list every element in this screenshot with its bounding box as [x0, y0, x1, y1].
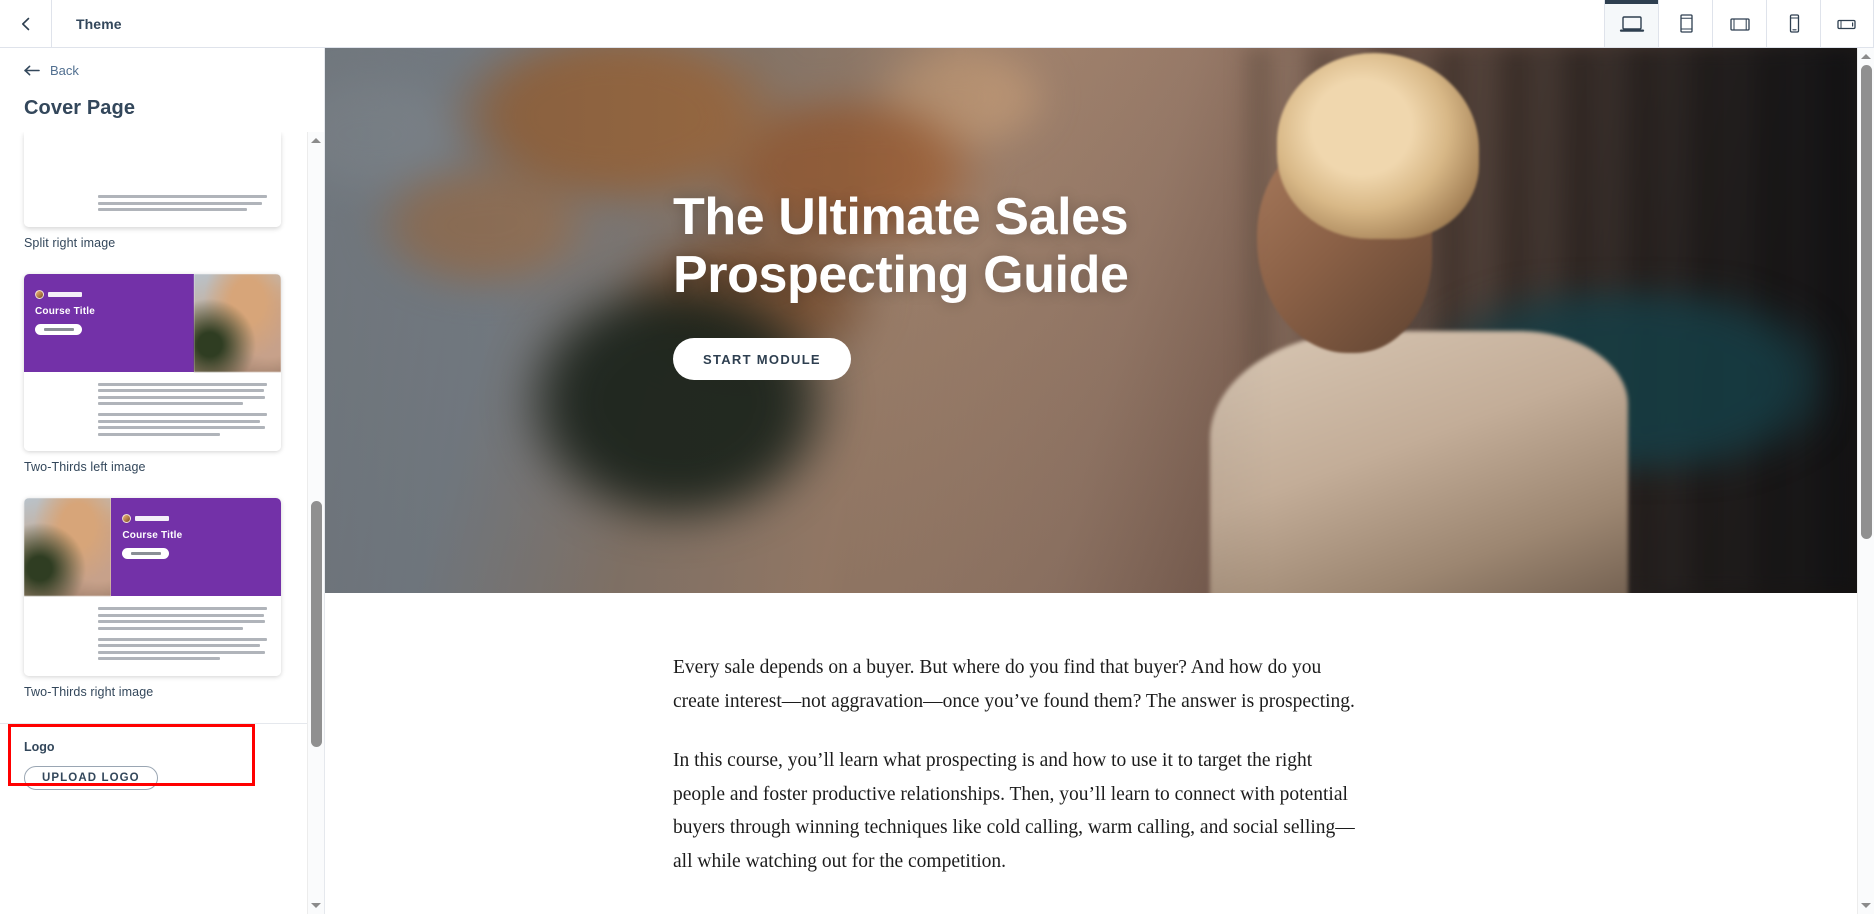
thumbnail-cta-pill — [122, 548, 170, 559]
top-header: Theme — [0, 0, 1874, 48]
article-paragraph: In this course, you’ll learn what prospe… — [673, 750, 1355, 872]
header-back-button[interactable] — [0, 0, 52, 47]
thumbnail-paragraph — [98, 637, 267, 660]
preview-scrollbar-track[interactable] — [1858, 65, 1874, 897]
sidebar-scrollbar-track[interactable] — [308, 149, 324, 897]
scroll-up-button[interactable] — [1858, 48, 1874, 65]
layout-option-split-right[interactable]: Split right image — [24, 132, 300, 250]
laptop-icon — [1619, 14, 1645, 34]
thumbnail-logo-icon — [35, 289, 44, 299]
thumbnail-paragraph — [98, 382, 267, 405]
preview-pane: The Ultimate Sales Prospecting Guide STA… — [325, 48, 1874, 914]
device-button-tablet-landscape[interactable] — [1712, 0, 1766, 47]
thumbnail-logo-row — [122, 514, 182, 523]
layout-thumbnail-list: Split right image Course Title Two-Third… — [0, 132, 324, 699]
thumbnail-cta-pill — [35, 323, 82, 335]
page-title: Theme — [76, 15, 122, 32]
thumbnail-paragraph — [98, 195, 267, 211]
sidebar-header: Back Cover Page — [0, 48, 324, 120]
mobile-landscape-icon — [1835, 16, 1859, 32]
sidebar-panel-title: Cover Page — [24, 97, 136, 119]
scroll-down-button[interactable] — [308, 897, 325, 914]
thumbnail-body — [24, 184, 281, 227]
hero-title: The Ultimate Sales Prospecting Guide — [673, 188, 1129, 305]
thumbnail-course-title: Course Title — [35, 305, 96, 317]
thumbnail-hero-content: Course Title — [122, 514, 182, 559]
thumbnail-paragraph — [98, 607, 267, 630]
chevron-down-icon — [1861, 903, 1871, 908]
sidebar-scroll-area: Split right image Course Title Two-Third… — [0, 132, 324, 914]
chevron-down-icon — [311, 903, 321, 908]
mobile-portrait-icon — [1786, 13, 1802, 35]
thumbnail-logo-icon — [122, 514, 132, 523]
tablet-landscape-icon — [1728, 14, 1752, 34]
logo-section-label: Logo — [24, 739, 55, 754]
device-button-desktop[interactable] — [1604, 0, 1658, 47]
sidebar-scrollbar-thumb[interactable] — [311, 500, 322, 748]
theme-editor-app: Theme Back Cover Page Split right image … — [0, 0, 1874, 914]
thumbnail-hero: Course Title — [24, 273, 281, 372]
upload-logo-button[interactable]: UPLOAD LOGO — [24, 765, 158, 790]
arrow-left-icon — [24, 65, 41, 76]
chevron-up-icon — [1861, 54, 1871, 59]
thumbnail-image-block — [193, 273, 281, 372]
layout-option-label: Two-Thirds right image — [24, 684, 154, 699]
thumbnail-purple-block: Course Title — [111, 498, 281, 596]
article-paragraph: Every sale depends on a buyer. But where… — [673, 657, 1355, 712]
preview-scrollbar-thumb[interactable] — [1861, 65, 1872, 540]
logo-section: Logo UPLOAD LOGO — [0, 722, 324, 812]
thumbnail-paragraph — [98, 413, 267, 436]
preview-scrollbar[interactable] — [1857, 48, 1874, 914]
layout-option-label: Two-Thirds left image — [24, 460, 146, 474]
layout-option-two-thirds-right[interactable]: Course Title Two-Thirds right image — [24, 498, 300, 699]
thumbnail-purple-block: Course Title — [24, 273, 194, 372]
thumbnail-course-title: Course Title — [122, 530, 183, 541]
sidebar-scrollbar[interactable] — [307, 132, 324, 914]
thumbnail-body — [24, 371, 281, 451]
scroll-up-button[interactable] — [308, 132, 325, 149]
scroll-down-button[interactable] — [1858, 897, 1874, 914]
article-inner: Every sale depends on a buyer. But where… — [673, 651, 1363, 878]
device-button-tablet-portrait[interactable] — [1658, 0, 1712, 47]
tablet-portrait-icon — [1676, 13, 1696, 35]
cover-hero: The Ultimate Sales Prospecting Guide STA… — [325, 48, 1857, 593]
start-module-button[interactable]: START MODULE — [673, 338, 851, 381]
device-button-mobile-portrait[interactable] — [1766, 0, 1820, 47]
thumbnail-pill-clip — [193, 174, 240, 188]
layout-thumbnail[interactable]: Course Title — [24, 498, 281, 676]
thumbnail-image-block — [24, 498, 112, 596]
cover-article: Every sale depends on a buyer. But where… — [325, 593, 1857, 879]
layout-option-label: Split right image — [24, 235, 116, 250]
thumbnail-logo-wordmark — [135, 516, 170, 521]
left-sidebar: Back Cover Page Split right image Course… — [0, 48, 325, 914]
layout-thumbnail[interactable] — [24, 132, 281, 227]
preview-canvas: The Ultimate Sales Prospecting Guide STA… — [325, 48, 1857, 914]
chevron-left-icon — [18, 16, 34, 32]
chevron-up-icon — [311, 138, 321, 143]
thumbnail-hero — [24, 132, 281, 188]
layout-thumbnail[interactable]: Course Title — [24, 273, 281, 451]
editor-body: Back Cover Page Split right image Course… — [0, 48, 1874, 914]
device-preview-switcher — [1604, 0, 1874, 47]
thumbnail-hero: Course Title — [24, 498, 281, 596]
thumbnail-logo-wordmark — [48, 291, 82, 297]
thumbnail-logo-row — [35, 289, 95, 299]
hero-content: The Ultimate Sales Prospecting Guide STA… — [673, 188, 1129, 381]
thumbnail-hero-content: Course Title — [35, 289, 96, 335]
sidebar-back-label: Back — [50, 63, 79, 78]
device-button-mobile-landscape[interactable] — [1820, 0, 1874, 47]
layout-option-two-thirds-left[interactable]: Course Title Two-Thirds left image — [24, 273, 300, 474]
thumbnail-body — [24, 596, 281, 676]
sidebar-back-link[interactable]: Back — [24, 60, 300, 81]
